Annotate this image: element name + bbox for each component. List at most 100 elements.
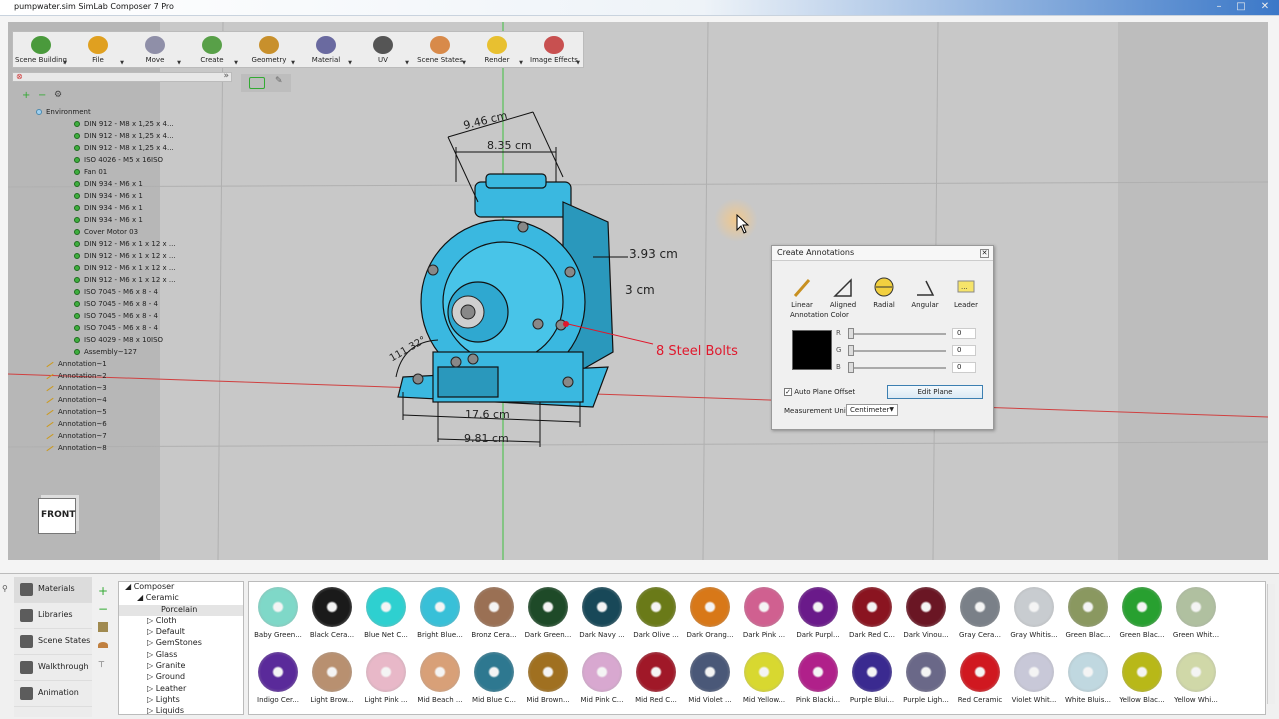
material-swatch[interactable]: Dark Navy ... <box>575 587 629 639</box>
material-swatch[interactable]: Pink Blacki... <box>791 652 845 704</box>
material-swatch[interactable]: Dark Olive ... <box>629 587 683 639</box>
tool-leader-button[interactable]: ... Leader <box>948 276 984 309</box>
material-tree-item[interactable]: ▷ Default <box>119 627 243 638</box>
material-swatch[interactable]: Mid Violet ... <box>683 652 737 704</box>
remove-material-icon[interactable]: − <box>98 602 108 616</box>
tool-radial-button[interactable]: Radial <box>866 276 902 309</box>
material-swatch[interactable]: Black Cera... <box>305 587 359 639</box>
material-swatch[interactable]: Bronz Cera... <box>467 587 521 639</box>
navigation-cube[interactable]: FRONT <box>34 490 82 534</box>
collapsed-arrow-icon[interactable]: ▷ <box>147 672 156 681</box>
tool-angular-button[interactable]: Angular <box>907 276 943 309</box>
nav-walkthrough[interactable]: Walkthrough <box>14 655 92 681</box>
material-swatch[interactable]: Yellow Blac... <box>1115 652 1169 704</box>
material-swatch[interactable]: Mid Beach ... <box>413 652 467 704</box>
material-swatch[interactable]: Gray Whitis... <box>1007 587 1061 639</box>
material-tree-item[interactable]: ◢ Composer <box>119 582 243 593</box>
auto-plane-offset-row[interactable]: ✓ Auto Plane Offset <box>784 388 855 396</box>
material-swatch[interactable]: Green Blac... <box>1115 587 1169 639</box>
material-swatch[interactable]: Dark Purpl... <box>791 587 845 639</box>
material-tree-item[interactable]: Porcelain <box>119 604 243 616</box>
material-tree-item[interactable]: ▷ Liquids <box>119 706 243 714</box>
collapsed-arrow-icon[interactable]: ▷ <box>147 616 156 625</box>
swatches-scrollbar[interactable] <box>1267 584 1275 704</box>
tool-aligned-button[interactable]: Aligned <box>825 276 861 309</box>
add-material-icon[interactable]: + <box>98 584 108 598</box>
material-swatch[interactable]: Dark Red C... <box>845 587 899 639</box>
nav-animation[interactable]: Animation <box>14 681 92 707</box>
material-swatch[interactable]: Dark Pink ... <box>737 587 791 639</box>
annotation-color-swatch[interactable] <box>792 330 832 370</box>
material-swatch[interactable]: Mid Yellow... <box>737 652 791 704</box>
dim-label-3[interactable]: 3.93 cm <box>629 247 678 261</box>
material-swatch[interactable]: Dark Vinou... <box>899 587 953 639</box>
dialog-close-icon[interactable]: ✕ <box>980 249 989 258</box>
material-tree-item[interactable]: ▷ Ground <box>119 672 243 683</box>
material-tree-item[interactable]: ▷ GemStones <box>119 638 243 649</box>
material-tree-item[interactable]: ▷ Cloth <box>119 616 243 627</box>
minimize-icon[interactable]: – <box>1211 1 1227 14</box>
green-slider-knob[interactable] <box>848 345 854 356</box>
dim-label-6[interactable]: 17.6 cm <box>465 408 510 421</box>
collapsed-arrow-icon[interactable]: ▷ <box>147 638 156 647</box>
maximize-icon[interactable]: □ <box>1233 1 1249 14</box>
green-value[interactable]: 0 <box>952 345 976 356</box>
collapsed-arrow-icon[interactable]: ▷ <box>147 684 156 693</box>
material-swatch[interactable]: Purple Blui... <box>845 652 899 704</box>
expanded-arrow-icon[interactable]: ◢ <box>137 593 146 602</box>
material-tree-item[interactable]: ▷ Granite <box>119 661 243 672</box>
library-icon[interactable] <box>98 622 108 632</box>
material-tree-item[interactable]: ▷ Leather <box>119 684 243 695</box>
material-swatch[interactable]: Gray Cera... <box>953 587 1007 639</box>
blue-slider[interactable]: B0 <box>836 362 976 379</box>
panel-pin-icon[interactable]: ⚲ <box>2 584 8 593</box>
blue-slider-knob[interactable] <box>848 362 854 373</box>
leader-annotation[interactable]: 8 Steel Bolts <box>656 344 738 359</box>
material-swatch[interactable]: Mid Brown... <box>521 652 575 704</box>
material-bowl-icon[interactable] <box>98 642 108 648</box>
collapsed-arrow-icon[interactable]: ▷ <box>147 650 156 659</box>
material-swatch[interactable]: Green Whit... <box>1169 587 1223 639</box>
material-swatch[interactable]: Indigo Cer... <box>251 652 305 704</box>
material-tree-item[interactable]: ▷ Lights <box>119 695 243 706</box>
material-swatch[interactable]: Red Ceramic <box>953 652 1007 704</box>
measurement-unit-select[interactable]: Centimeter ▼ <box>846 404 898 416</box>
material-swatch[interactable]: Light Pink ... <box>359 652 413 704</box>
material-swatch[interactable]: Blue Net C... <box>359 587 413 639</box>
collapsed-arrow-icon[interactable]: ▷ <box>147 661 156 670</box>
green-slider[interactable]: G0 <box>836 345 976 362</box>
red-value[interactable]: 0 <box>952 328 976 339</box>
material-swatch[interactable]: Baby Green... <box>251 587 305 639</box>
material-swatch[interactable]: Yellow Whi... <box>1169 652 1223 704</box>
tool-linear-button[interactable]: Linear <box>784 276 820 309</box>
material-tree-item[interactable]: ◢ Ceramic <box>119 593 243 604</box>
material-swatch[interactable]: Dark Orang... <box>683 587 737 639</box>
expanded-arrow-icon[interactable]: ◢ <box>125 582 134 591</box>
material-swatch[interactable]: Mid Pink C... <box>575 652 629 704</box>
dim-label-2[interactable]: 8.35 cm <box>487 139 532 152</box>
filter-icon[interactable]: ⊤ <box>98 660 105 669</box>
nav-materials[interactable]: Materials <box>14 577 92 603</box>
material-swatch[interactable]: Bright Blue... <box>413 587 467 639</box>
blue-value[interactable]: 0 <box>952 362 976 373</box>
nav-libraries[interactable]: Libraries <box>14 603 92 629</box>
collapsed-arrow-icon[interactable]: ▷ <box>147 627 156 636</box>
material-swatch[interactable]: Purple Ligh... <box>899 652 953 704</box>
3d-viewport[interactable]: Scene Building ▼ File ▼ Move ▼ Create ▼ Geometry… <box>8 22 1268 560</box>
dim-label-4[interactable]: 3 cm <box>625 283 655 297</box>
red-slider-knob[interactable] <box>848 328 854 339</box>
material-swatch[interactable]: White Bluis... <box>1061 652 1115 704</box>
collapsed-arrow-icon[interactable]: ▷ <box>147 706 156 714</box>
auto-plane-offset-checkbox[interactable]: ✓ <box>784 388 792 396</box>
close-icon[interactable]: ✕ <box>1257 1 1273 14</box>
material-swatch[interactable]: Violet Whit... <box>1007 652 1061 704</box>
material-swatch[interactable]: Mid Blue C... <box>467 652 521 704</box>
edit-plane-button[interactable]: Edit Plane <box>887 385 983 399</box>
material-swatch[interactable]: Mid Red C... <box>629 652 683 704</box>
material-swatch[interactable]: Green Blac... <box>1061 587 1115 639</box>
red-slider[interactable]: R0 <box>836 328 976 345</box>
dim-label-7[interactable]: 9.81 cm <box>464 432 509 445</box>
nav-scene-states[interactable]: Scene States <box>14 629 92 655</box>
material-swatch[interactable]: Light Brow... <box>305 652 359 704</box>
material-tree-item[interactable]: ▷ Glass <box>119 650 243 661</box>
